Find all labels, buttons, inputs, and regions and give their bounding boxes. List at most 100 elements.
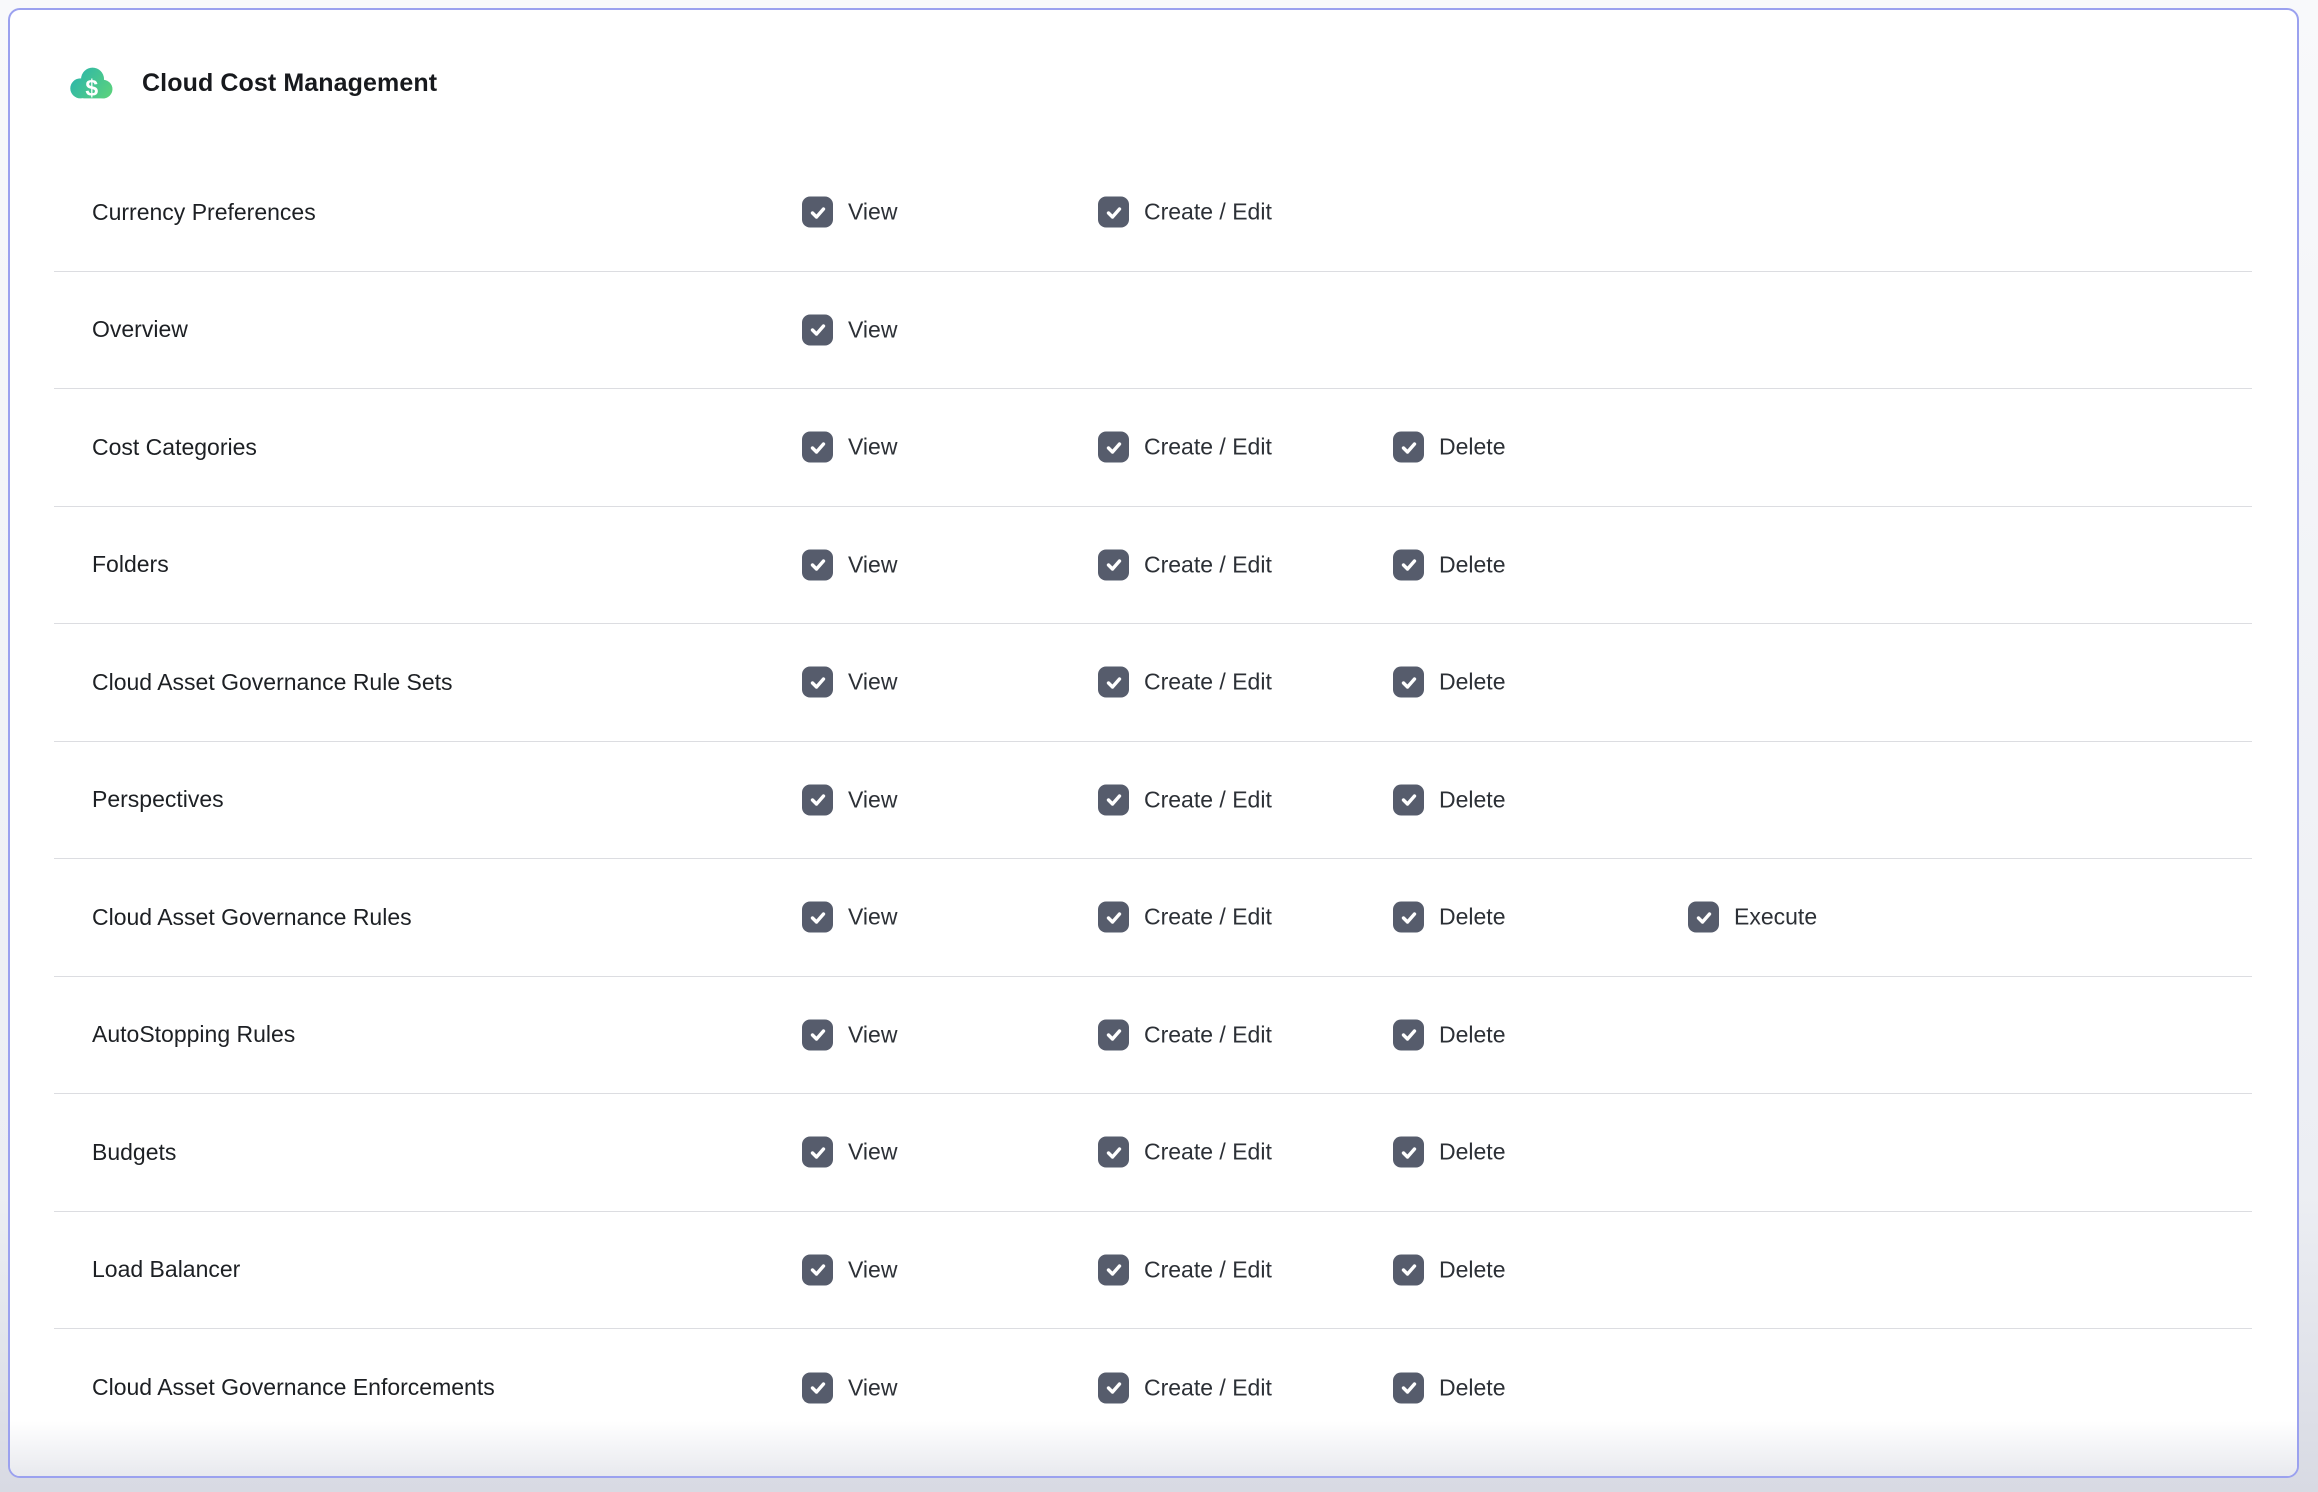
permission-create-edit[interactable]: Create / Edit [1098,667,1272,698]
checkbox-view-icon[interactable] [802,197,833,228]
permission-label: View [848,434,897,461]
checkbox-create-edit-icon[interactable] [1098,549,1129,580]
checkbox-create-edit-icon[interactable] [1098,1254,1129,1285]
permission-label: Create / Edit [1144,786,1272,813]
permission-delete[interactable]: Delete [1393,902,1505,933]
permission-execute[interactable]: Execute [1688,902,1817,933]
permission-row: Overview View [54,272,2252,390]
permission-view[interactable]: View [802,667,897,698]
checkbox-delete-icon[interactable] [1393,1372,1424,1403]
permission-label: Create / Edit [1144,669,1272,696]
checkbox-execute-icon[interactable] [1688,902,1719,933]
permission-row: AutoStopping Rules ViewCreate / EditDele… [54,977,2252,1095]
checkbox-create-edit-icon[interactable] [1098,197,1129,228]
permission-view[interactable]: View [802,314,897,345]
permission-delete[interactable]: Delete [1393,1137,1505,1168]
permission-label: Create / Edit [1144,1374,1272,1401]
page-header: $ Cloud Cost Management [68,64,437,102]
permission-view[interactable]: View [802,1372,897,1403]
checkbox-view-icon[interactable] [802,1019,833,1050]
permission-create-edit[interactable]: Create / Edit [1098,1372,1272,1403]
permission-label: View [848,199,897,226]
permission-row-label: Perspectives [54,786,224,813]
checkbox-view-icon[interactable] [802,902,833,933]
permission-create-edit[interactable]: Create / Edit [1098,432,1272,463]
permission-create-edit[interactable]: Create / Edit [1098,1137,1272,1168]
permission-view[interactable]: View [802,902,897,933]
permission-delete[interactable]: Delete [1393,1019,1505,1050]
permission-create-edit[interactable]: Create / Edit [1098,197,1272,228]
permission-label: Delete [1439,434,1505,461]
permission-delete[interactable]: Delete [1393,784,1505,815]
permission-label: Delete [1439,904,1505,931]
checkbox-create-edit-icon[interactable] [1098,432,1129,463]
permission-row: Budgets View Create / Edit Delete [54,1094,2252,1212]
checkbox-create-edit-icon[interactable] [1098,1019,1129,1050]
permission-label: Create / Edit [1144,1256,1272,1283]
permission-delete[interactable]: Delete [1393,1254,1505,1285]
permission-view[interactable]: View [802,197,897,228]
permission-create-edit[interactable]: Create / Edit [1098,549,1272,580]
permission-row: Cost Categories ViewCreate / EditDelete [54,389,2252,507]
checkbox-delete-icon[interactable] [1393,667,1424,698]
permission-delete[interactable]: Delete [1393,667,1505,698]
permission-label: Delete [1439,1021,1505,1048]
checkbox-view-icon[interactable] [802,432,833,463]
permission-label: View [848,551,897,578]
checkbox-view-icon[interactable] [802,1137,833,1168]
permission-row: Perspectives View Create / Edit Delete [54,742,2252,860]
checkbox-delete-icon[interactable] [1393,1137,1424,1168]
permission-label: Delete [1439,1374,1505,1401]
permission-label: View [848,1256,897,1283]
checkbox-create-edit-icon[interactable] [1098,784,1129,815]
checkbox-view-icon[interactable] [802,1372,833,1403]
permission-label: Create / Edit [1144,199,1272,226]
permission-delete[interactable]: Delete [1393,432,1505,463]
checkbox-delete-icon[interactable] [1393,902,1424,933]
permission-delete[interactable]: Delete [1393,549,1505,580]
checkbox-delete-icon[interactable] [1393,784,1424,815]
permission-create-edit[interactable]: Create / Edit [1098,784,1272,815]
permission-row-label: Budgets [54,1139,176,1166]
permission-label: Delete [1439,551,1505,578]
permission-label: View [848,1021,897,1048]
permission-label: View [848,1139,897,1166]
checkbox-delete-icon[interactable] [1393,432,1424,463]
permission-row-label: Cloud Asset Governance Rules [54,904,412,931]
permission-label: Delete [1439,786,1505,813]
permission-row: Cloud Asset Governance Rules View Create … [54,859,2252,977]
checkbox-delete-icon[interactable] [1393,1254,1424,1285]
checkbox-create-edit-icon[interactable] [1098,902,1129,933]
permissions-card: $ Cloud Cost Management Currency Prefere… [8,8,2299,1478]
permission-create-edit[interactable]: Create / Edit [1098,902,1272,933]
permission-create-edit[interactable]: Create / Edit [1098,1254,1272,1285]
checkbox-delete-icon[interactable] [1393,1019,1424,1050]
dollar-glyph: $ [85,75,98,101]
checkbox-view-icon[interactable] [802,667,833,698]
permission-create-edit[interactable]: Create / Edit [1098,1019,1272,1050]
checkbox-create-edit-icon[interactable] [1098,667,1129,698]
permission-row: Currency Preferences View Create / Edit [54,154,2252,272]
permission-label: Create / Edit [1144,904,1272,931]
checkbox-view-icon[interactable] [802,784,833,815]
permission-delete[interactable]: Delete [1393,1372,1505,1403]
permission-row: Load Balancer ViewCreate / EditDelete [54,1212,2252,1330]
permission-label: Delete [1439,1256,1505,1283]
permission-view[interactable]: View [802,549,897,580]
checkbox-view-icon[interactable] [802,1254,833,1285]
permission-view[interactable]: View [802,1019,897,1050]
permission-label: View [848,786,897,813]
permission-view[interactable]: View [802,1254,897,1285]
permission-label: Create / Edit [1144,1021,1272,1048]
permission-view[interactable]: View [802,432,897,463]
checkbox-view-icon[interactable] [802,549,833,580]
cloud-dollar-icon: $ [68,64,114,102]
checkbox-delete-icon[interactable] [1393,549,1424,580]
checkbox-view-icon[interactable] [802,314,833,345]
permission-view[interactable]: View [802,1137,897,1168]
checkbox-create-edit-icon[interactable] [1098,1137,1129,1168]
checkbox-create-edit-icon[interactable] [1098,1372,1129,1403]
permission-view[interactable]: View [802,784,897,815]
permission-row: Folders ViewCreate / EditDelete [54,507,2252,625]
permission-row-label: Currency Preferences [54,199,316,226]
